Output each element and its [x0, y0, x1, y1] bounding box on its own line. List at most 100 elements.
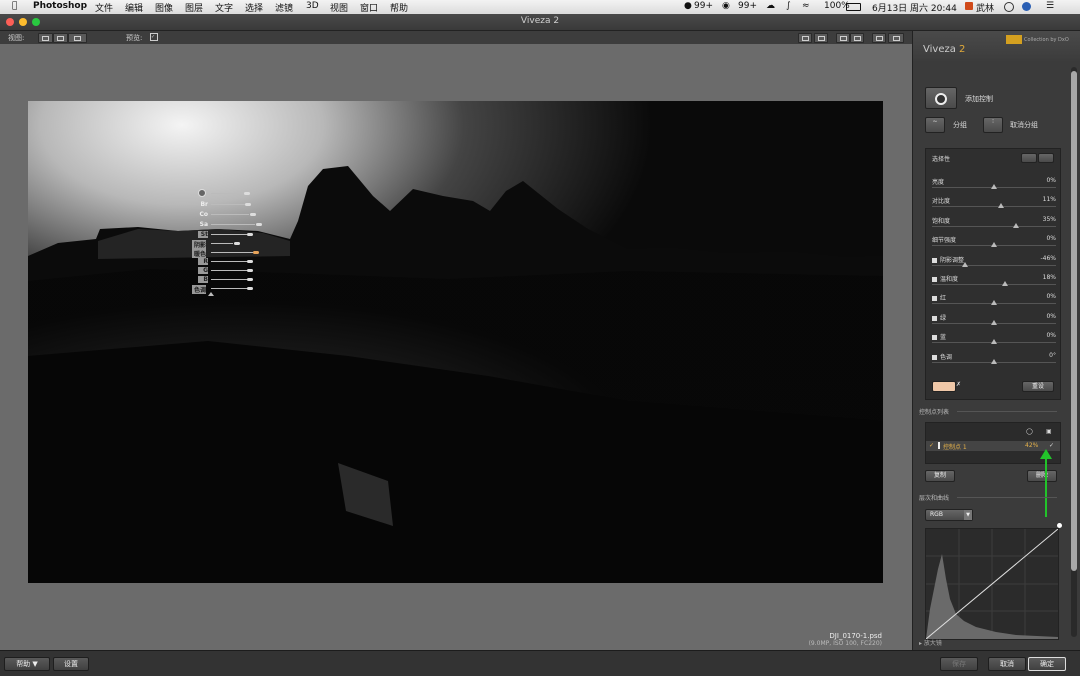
slider-checkbox[interactable]	[932, 296, 937, 302]
save-button[interactable]: 保存	[940, 657, 978, 671]
cp-knob-g[interactable]	[247, 269, 253, 272]
eyedropper-icon[interactable]: ✗	[956, 381, 961, 388]
size-slider-knob[interactable]	[244, 192, 250, 195]
cp-knob-co[interactable]	[250, 213, 256, 216]
slider-handle[interactable]	[1012, 222, 1019, 228]
preview-checkbox[interactable]: ✓	[150, 33, 158, 41]
settings-button[interactable]: 设置	[53, 657, 89, 671]
wifi-icon[interactable]: ≈	[802, 1, 810, 11]
slider-handle[interactable]	[991, 300, 997, 306]
slider-handle[interactable]	[991, 339, 997, 345]
user-name[interactable]: 武林	[976, 1, 994, 14]
channel-dropdown[interactable]: RGB ▼	[925, 509, 973, 521]
bluetooth-icon[interactable]: ∫	[786, 1, 791, 11]
slider-handle[interactable]	[1002, 281, 1009, 286]
slider-row[interactable]: 蓝 0%	[932, 332, 1056, 352]
slider-row[interactable]: 温和度 18%	[932, 274, 1056, 294]
panel-scroll-thumb[interactable]	[1071, 71, 1077, 571]
add-control-point-button[interactable]	[925, 87, 957, 109]
slider-checkbox[interactable]	[932, 335, 937, 341]
slider-checkbox[interactable]	[932, 354, 937, 360]
menu-layer[interactable]: 图层	[185, 1, 203, 14]
slider-track[interactable]	[932, 225, 1056, 227]
cp-knob-b[interactable]	[247, 278, 253, 281]
cp-knob-r[interactable]	[247, 260, 253, 263]
cp-knob-hue[interactable]	[247, 287, 253, 290]
slider-handle[interactable]	[991, 319, 997, 325]
mask-view-button[interactable]	[1021, 153, 1037, 163]
curves-graph[interactable]	[925, 528, 1059, 640]
siri-icon[interactable]	[1022, 2, 1031, 11]
cp-collapse-arrow-icon[interactable]	[208, 292, 214, 296]
background-icon[interactable]	[872, 33, 886, 43]
curve-endpoint-handle[interactable]	[1057, 523, 1062, 528]
menu-3d[interactable]: 3D	[306, 1, 319, 11]
cancel-button[interactable]: 取消	[988, 657, 1026, 671]
show-points-icon[interactable]: ◯	[1026, 428, 1033, 435]
control-point-handle[interactable]	[198, 189, 206, 197]
cp-knob-br[interactable]	[245, 203, 251, 206]
battery-icon[interactable]	[846, 3, 861, 11]
slider-handle[interactable]	[991, 358, 997, 364]
cp-knob-st[interactable]	[247, 233, 253, 236]
channel-view-button[interactable]	[1038, 153, 1054, 163]
cp-knob-sa[interactable]	[256, 223, 262, 226]
menu-window[interactable]: 窗口	[360, 1, 378, 14]
photo-preview[interactable]	[28, 101, 883, 583]
slider-row[interactable]: 对比度 11%	[932, 196, 1056, 216]
slider-track[interactable]	[932, 206, 1056, 208]
apple-icon[interactable]: 	[12, 1, 17, 11]
slider-checkbox[interactable]	[932, 277, 937, 282]
slider-row[interactable]: 绿 0%	[932, 313, 1056, 333]
control-point-enable-check-icon[interactable]: ✓	[1049, 442, 1054, 449]
control-point-check-icon[interactable]: ✓	[929, 442, 934, 449]
menu-edit[interactable]: 编辑	[125, 1, 143, 14]
slider-row[interactable]: 色调 0°	[932, 352, 1056, 372]
slider-handle[interactable]	[991, 242, 997, 248]
slider-row[interactable]: 红 0%	[932, 293, 1056, 313]
group-button[interactable]: ∼	[925, 117, 945, 133]
menu-help[interactable]: 帮助	[390, 1, 408, 14]
notification-center-icon[interactable]: ☰	[1046, 1, 1054, 11]
menu-view[interactable]: 视图	[330, 1, 348, 14]
loupe-toggle[interactable]: ▸ 放大镜	[919, 638, 942, 647]
wechat-icon[interactable]: ◉	[722, 1, 730, 11]
menu-type[interactable]: 文字	[215, 1, 233, 14]
slider-checkbox[interactable]	[932, 257, 937, 263]
cp-knob-warmth[interactable]	[253, 251, 259, 254]
slider-track[interactable]	[932, 264, 1056, 266]
menu-image[interactable]: 图像	[155, 1, 173, 14]
slider-handle[interactable]	[991, 184, 997, 189]
slider-row[interactable]: 细节强度 0%	[932, 235, 1056, 255]
split-view-button[interactable]	[53, 33, 68, 43]
single-view-button[interactable]	[38, 33, 53, 43]
cp-knob-shadow[interactable]	[234, 242, 240, 245]
control-center-icon[interactable]	[1004, 2, 1014, 12]
control-point-overlay[interactable]: Br Co Sa St 阴影 暖色 R G B 色调	[192, 189, 278, 299]
side-by-side-button[interactable]	[68, 33, 87, 43]
slider-handle[interactable]	[962, 261, 969, 267]
navigator-icon[interactable]	[798, 33, 812, 43]
panel-scrollbar[interactable]	[1071, 67, 1077, 637]
reset-button[interactable]: 重设	[1022, 381, 1054, 392]
qq-icon[interactable]: ●	[684, 1, 692, 11]
menu-select[interactable]: 选择	[245, 1, 263, 14]
slider-handle[interactable]	[997, 203, 1004, 209]
copy-button[interactable]: 复制	[925, 470, 955, 482]
help-button[interactable]: 帮助 ▼	[4, 657, 50, 671]
ungroup-button[interactable]: ∶	[983, 117, 1003, 133]
slider-checkbox[interactable]	[932, 315, 937, 321]
cloud-icon[interactable]: ☁	[766, 1, 775, 11]
delete-points-icon[interactable]: ▣	[1046, 428, 1052, 435]
zoom-out-icon[interactable]	[850, 33, 864, 43]
color-swatch[interactable]	[932, 381, 956, 392]
hand-tool-icon[interactable]	[814, 33, 828, 43]
ok-button[interactable]: 确定	[1028, 657, 1066, 671]
slider-row[interactable]: 饱和度 35%	[932, 216, 1056, 236]
zoom-in-icon[interactable]	[836, 33, 850, 43]
app-menu[interactable]: Photoshop	[33, 1, 87, 11]
slider-track[interactable]	[932, 284, 1056, 285]
slider-row[interactable]: 阴影调整 -46%	[932, 255, 1056, 275]
menu-file[interactable]: 文件	[95, 1, 113, 14]
menu-filter[interactable]: 滤镜	[275, 1, 293, 14]
